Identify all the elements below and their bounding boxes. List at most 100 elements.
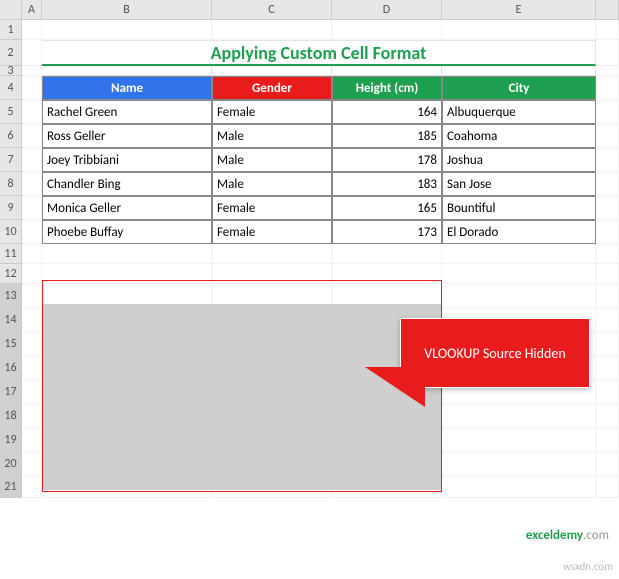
row-header-10[interactable]: 10 — [0, 220, 22, 244]
cell[interactable] — [596, 124, 619, 148]
table-cell-city[interactable]: Bountiful — [442, 196, 596, 220]
cell[interactable] — [22, 148, 42, 172]
table-cell-height[interactable]: 165 — [332, 196, 442, 220]
cell[interactable] — [42, 404, 212, 428]
cell[interactable] — [596, 308, 619, 332]
cell[interactable] — [212, 66, 332, 76]
cell[interactable] — [22, 220, 42, 244]
cell[interactable] — [212, 380, 332, 404]
cell[interactable] — [22, 428, 42, 452]
cell[interactable] — [442, 244, 596, 264]
cell[interactable] — [596, 100, 619, 124]
table-cell-gender[interactable]: Female — [212, 100, 332, 124]
cell[interactable] — [42, 356, 212, 380]
col-header-d[interactable]: D — [332, 0, 442, 20]
select-all-corner[interactable] — [0, 0, 22, 20]
cell[interactable] — [442, 264, 596, 284]
row-header-20[interactable]: 20 — [0, 452, 22, 476]
cell[interactable] — [22, 476, 42, 498]
cell[interactable] — [42, 476, 212, 498]
table-cell-gender[interactable]: Male — [212, 172, 332, 196]
row-header-21[interactable]: 21 — [0, 476, 22, 498]
cell[interactable] — [212, 20, 332, 40]
table-cell-height[interactable]: 173 — [332, 220, 442, 244]
table-cell-name[interactable]: Ross Geller — [42, 124, 212, 148]
row-header-17[interactable]: 17 — [0, 380, 22, 404]
table-cell-height[interactable]: 164 — [332, 100, 442, 124]
row-header-18[interactable]: 18 — [0, 404, 22, 428]
cell[interactable] — [22, 308, 42, 332]
col-header-a[interactable]: A — [22, 0, 42, 20]
cell[interactable] — [22, 66, 42, 76]
cell[interactable] — [22, 20, 42, 40]
cell[interactable] — [332, 20, 442, 40]
cell[interactable] — [22, 76, 42, 100]
cell[interactable] — [42, 380, 212, 404]
cell[interactable] — [596, 332, 619, 356]
cell[interactable] — [596, 76, 619, 100]
cell[interactable] — [212, 332, 332, 356]
cell[interactable] — [596, 264, 619, 284]
cell[interactable] — [332, 66, 442, 76]
cell[interactable] — [442, 20, 596, 40]
spreadsheet-grid[interactable]: A B C D E 1 2 Applying Custom Cell Forma… — [0, 0, 619, 498]
table-cell-city[interactable]: Albuquerque — [442, 100, 596, 124]
col-header-e[interactable]: E — [442, 0, 596, 20]
table-cell-city[interactable]: El Dorado — [442, 220, 596, 244]
table-cell-height[interactable]: 178 — [332, 148, 442, 172]
cell[interactable] — [42, 244, 212, 264]
col-header-b[interactable]: B — [42, 0, 212, 20]
cell[interactable] — [596, 66, 619, 76]
cell[interactable] — [332, 244, 442, 264]
table-cell-name[interactable]: Chandler Bing — [42, 172, 212, 196]
row-header-19[interactable]: 19 — [0, 428, 22, 452]
table-cell-name[interactable]: Phoebe Buffay — [42, 220, 212, 244]
cell[interactable] — [442, 476, 596, 498]
cell[interactable] — [22, 284, 42, 308]
table-cell-gender[interactable]: Female — [212, 220, 332, 244]
table-cell-gender[interactable]: Female — [212, 196, 332, 220]
cell[interactable] — [442, 66, 596, 76]
table-cell-name[interactable]: Rachel Green — [42, 100, 212, 124]
cell[interactable] — [596, 284, 619, 308]
cell[interactable] — [332, 284, 442, 308]
cell[interactable] — [332, 476, 442, 498]
row-header-6[interactable]: 6 — [0, 124, 22, 148]
cell[interactable] — [332, 428, 442, 452]
cell[interactable] — [596, 428, 619, 452]
row-header-15[interactable]: 15 — [0, 332, 22, 356]
cell[interactable] — [332, 264, 442, 284]
cell[interactable] — [22, 124, 42, 148]
cell[interactable] — [596, 220, 619, 244]
table-cell-gender[interactable]: Male — [212, 124, 332, 148]
cell[interactable] — [42, 428, 212, 452]
table-cell-city[interactable]: Coahoma — [442, 124, 596, 148]
cell[interactable] — [442, 452, 596, 476]
row-header-1[interactable]: 1 — [0, 20, 22, 40]
cell[interactable] — [22, 380, 42, 404]
col-header-c[interactable]: C — [212, 0, 332, 20]
table-cell-height[interactable]: 185 — [332, 124, 442, 148]
cell[interactable] — [212, 308, 332, 332]
cell[interactable] — [42, 332, 212, 356]
cell[interactable] — [42, 20, 212, 40]
cell[interactable] — [442, 428, 596, 452]
cell[interactable] — [22, 244, 42, 264]
cell[interactable] — [596, 404, 619, 428]
row-header-14[interactable]: 14 — [0, 308, 22, 332]
cell[interactable] — [42, 308, 212, 332]
cell[interactable] — [22, 100, 42, 124]
row-header-7[interactable]: 7 — [0, 148, 22, 172]
cell[interactable] — [596, 244, 619, 264]
cell[interactable] — [212, 428, 332, 452]
cell[interactable] — [442, 404, 596, 428]
cell[interactable] — [22, 332, 42, 356]
cell[interactable] — [22, 40, 42, 66]
row-header-3[interactable]: 3 — [0, 66, 22, 76]
cell[interactable] — [442, 284, 596, 308]
cell[interactable] — [212, 244, 332, 264]
cell[interactable] — [596, 380, 619, 404]
row-header-2[interactable]: 2 — [0, 40, 22, 66]
table-cell-gender[interactable]: Male — [212, 148, 332, 172]
cell[interactable] — [212, 476, 332, 498]
